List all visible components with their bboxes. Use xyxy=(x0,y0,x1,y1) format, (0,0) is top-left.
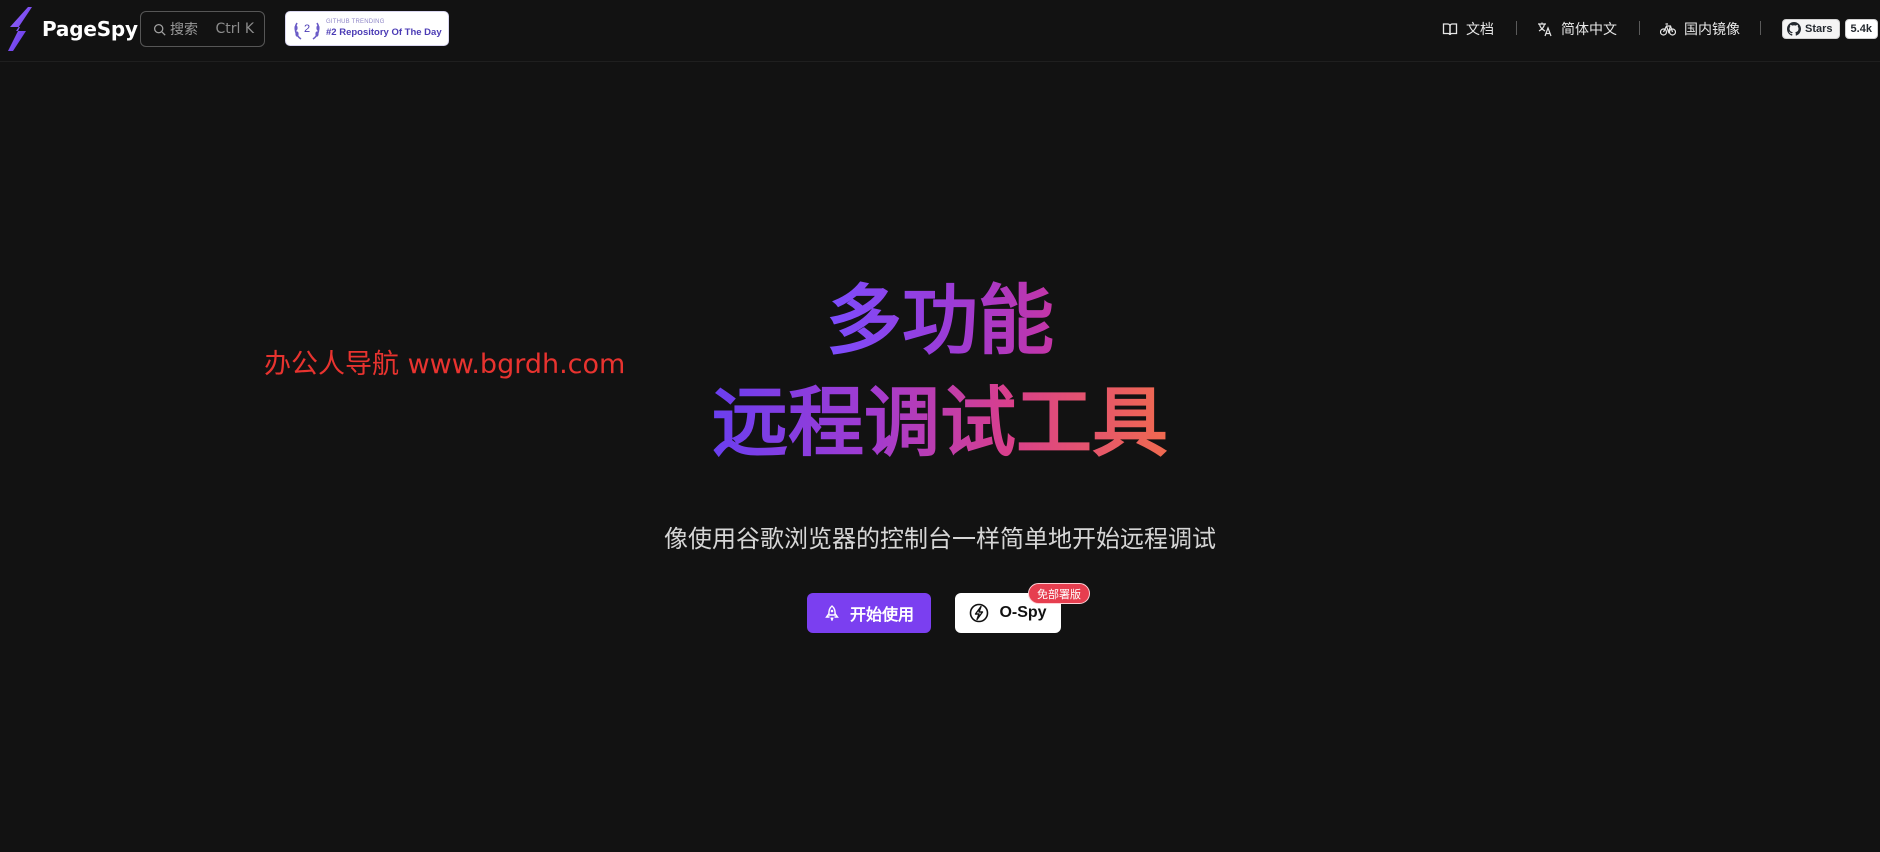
trending-caption: GITHUB TRENDING xyxy=(326,19,385,26)
search-shortcut: Ctrl K xyxy=(215,21,254,37)
hero-title-line1: 多功能 xyxy=(0,276,1880,366)
brand-name: PageSpy xyxy=(42,17,138,41)
translate-icon xyxy=(1538,22,1552,37)
github-trending-badge[interactable]: 2 GITHUB TRENDING #2 Repository Of The D… xyxy=(285,11,449,46)
trending-label: #2 Repository Of The Day xyxy=(326,27,442,39)
rocket-icon xyxy=(825,605,839,621)
hero-title-line2-text: 远程调试工具 xyxy=(712,378,1168,467)
ospy-label: O-Spy xyxy=(999,604,1047,621)
github-stars-button[interactable]: Stars xyxy=(1782,19,1840,39)
stars-label: Stars xyxy=(1805,23,1833,35)
language-label: 简体中文 xyxy=(1561,22,1617,38)
search-input[interactable]: 搜索 Ctrl K xyxy=(140,11,265,47)
stars-count[interactable]: 5.4k xyxy=(1844,19,1878,39)
github-icon xyxy=(1787,22,1801,36)
mirror-site-link[interactable]: 国内镜像 xyxy=(1660,0,1740,58)
nav-divider xyxy=(1760,21,1761,35)
hero-subtitle: 像使用谷歌浏览器的控制台一样简单地开始远程调试 xyxy=(664,525,1216,553)
search-placeholder: 搜索 xyxy=(170,22,198,38)
hero-title-line2: 远程调试工具 xyxy=(0,378,1880,468)
ospy-icon xyxy=(970,603,989,623)
hero-title-line1-text: 多功能 xyxy=(826,276,1054,365)
laurel-icon: 2 xyxy=(294,22,320,40)
nav-divider xyxy=(1639,21,1640,35)
book-icon xyxy=(1442,23,1458,36)
get-started-button[interactable]: 开始使用 xyxy=(807,593,931,633)
mirror-label: 国内镜像 xyxy=(1684,22,1740,38)
get-started-label: 开始使用 xyxy=(849,605,914,624)
nav-divider xyxy=(1516,21,1517,35)
top-navbar: PageSpy 搜索 Ctrl K 2 GITHUB TRENDING #2 R… xyxy=(0,0,1880,62)
nav-docs-label: 文档 xyxy=(1466,22,1494,38)
brand-logo-link[interactable]: PageSpy xyxy=(4,4,138,54)
bicycle-icon xyxy=(1660,23,1676,36)
language-switcher[interactable]: 简体中文 xyxy=(1537,0,1617,58)
trending-rank: 2 xyxy=(304,23,310,35)
nav-docs-link[interactable]: 文档 xyxy=(1442,0,1494,58)
search-icon xyxy=(153,23,166,36)
github-stars-widget[interactable]: Stars 5.4k xyxy=(1782,18,1878,40)
pagespy-logo-icon xyxy=(8,7,32,51)
ospy-badge: 免部署版 xyxy=(1028,583,1090,604)
